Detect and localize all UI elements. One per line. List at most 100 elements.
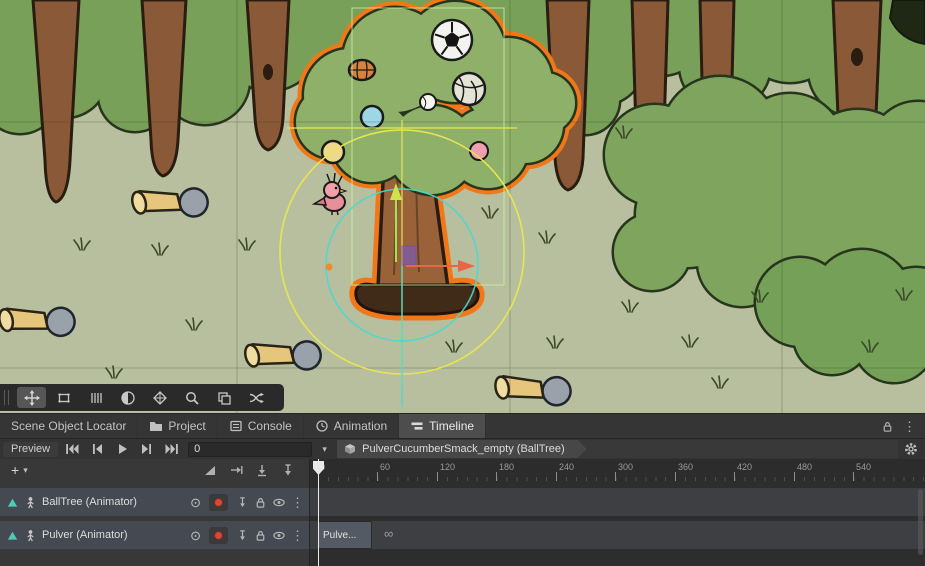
clip-edit-mode-button[interactable] bbox=[229, 463, 243, 477]
overlay-drag-handle[interactable] bbox=[4, 390, 9, 405]
go-to-end-button[interactable] bbox=[160, 440, 183, 459]
tab-label: Timeline bbox=[429, 419, 474, 433]
lock-icon[interactable] bbox=[254, 529, 267, 542]
pin-icon[interactable] bbox=[236, 496, 249, 509]
shaded-sphere-button[interactable] bbox=[113, 387, 142, 408]
shaded-sphere-icon bbox=[120, 390, 136, 406]
ruler-label: 240 bbox=[559, 462, 574, 472]
curves-view-button[interactable] bbox=[203, 463, 217, 477]
tab-timeline[interactable]: Timeline bbox=[399, 414, 486, 438]
panel-tab-bar: Scene Object Locator Project Console Ani… bbox=[0, 413, 925, 438]
ruler-label: 420 bbox=[737, 462, 752, 472]
tab-label: Console bbox=[248, 419, 292, 433]
next-frame-button[interactable] bbox=[135, 440, 158, 459]
timeline-toolbar: Preview 0 ▾ bbox=[0, 438, 925, 459]
animation-clip[interactable]: Pulve... bbox=[318, 521, 372, 549]
record-button[interactable] bbox=[209, 527, 228, 544]
clock-icon bbox=[315, 419, 329, 433]
track-menu-icon[interactable]: ⋮ bbox=[291, 529, 304, 542]
chevron-down-icon: ▾ bbox=[23, 465, 28, 476]
cube-icon bbox=[344, 443, 356, 455]
search-icon bbox=[184, 390, 200, 406]
clip-label: Pulve... bbox=[323, 530, 356, 541]
record-icon bbox=[214, 498, 223, 507]
animation-track-icon bbox=[6, 496, 19, 509]
breadcrumb: PulverCucumberSmack_empty (BallTree) bbox=[337, 440, 898, 458]
pin-icon[interactable] bbox=[236, 529, 249, 542]
tab-console[interactable]: Console bbox=[218, 414, 304, 438]
ruler-label: 60 bbox=[380, 462, 390, 472]
orientation-gizmo-button[interactable] bbox=[145, 387, 174, 408]
timeline-settings-button[interactable] bbox=[900, 442, 922, 456]
scene-canvas[interactable] bbox=[0, 0, 925, 413]
timeline-options-dropdown[interactable]: ▾ bbox=[317, 444, 332, 455]
rect-tool-button[interactable] bbox=[49, 387, 78, 408]
layers-tool-button[interactable] bbox=[209, 387, 238, 408]
object-picker-icon[interactable]: ⊙ bbox=[190, 529, 201, 542]
track-lanes[interactable]: Pulve... ∞ bbox=[310, 481, 925, 566]
layers-icon bbox=[216, 390, 232, 406]
tab-label: Animation bbox=[334, 419, 387, 433]
timeline-ruler[interactable]: 0 60 120 180 240 300 360 420 480 540 bbox=[310, 459, 925, 481]
orientation-gizmo-icon bbox=[152, 390, 168, 406]
tab-menu-icon[interactable]: ⋮ bbox=[903, 420, 916, 433]
prev-frame-icon bbox=[90, 443, 104, 455]
animation-track-icon bbox=[6, 529, 19, 542]
tab-label: Scene Object Locator bbox=[11, 419, 126, 433]
volleyball-sprite[interactable] bbox=[453, 73, 485, 105]
plus-icon: + bbox=[11, 462, 19, 478]
scene-tools-overlay bbox=[0, 384, 284, 411]
lock-icon[interactable] bbox=[254, 496, 267, 509]
pin-markers-button[interactable] bbox=[281, 463, 295, 477]
eye-icon[interactable] bbox=[272, 529, 286, 542]
lane-pulver[interactable]: Pulve... ∞ bbox=[310, 521, 925, 549]
playhead-line[interactable] bbox=[318, 459, 319, 566]
tab-project[interactable]: Project bbox=[138, 414, 217, 438]
vertical-scrollbar[interactable] bbox=[918, 489, 923, 555]
blue-ball-sprite[interactable] bbox=[361, 106, 383, 128]
shuffle-tool-button[interactable] bbox=[241, 387, 270, 408]
lane-balltree[interactable] bbox=[310, 488, 925, 516]
grid-tool-button[interactable] bbox=[81, 387, 110, 408]
tab-scene-object-locator[interactable]: Scene Object Locator bbox=[0, 414, 138, 438]
lock-icon[interactable] bbox=[881, 420, 894, 433]
animator-icon bbox=[24, 496, 37, 509]
unity-editor: Scene Object Locator Project Console Ani… bbox=[0, 0, 925, 566]
record-button[interactable] bbox=[209, 494, 228, 511]
play-icon bbox=[115, 443, 129, 455]
shuffle-icon bbox=[248, 390, 264, 406]
ruler-label: 360 bbox=[678, 462, 693, 472]
frame-clips-button[interactable] bbox=[255, 463, 269, 477]
play-button[interactable] bbox=[110, 440, 133, 459]
soccer-ball-sprite[interactable] bbox=[432, 20, 472, 60]
track-menu-icon[interactable]: ⋮ bbox=[291, 496, 304, 509]
track-header-balltree[interactable]: BallTree (Animator) ⊙ bbox=[0, 488, 309, 516]
timeline-icon bbox=[410, 419, 424, 433]
breadcrumb-item[interactable]: PulverCucumberSmack_empty (BallTree) bbox=[337, 440, 587, 458]
track-header-list: BallTree (Animator) ⊙ bbox=[0, 481, 310, 566]
tab-animation[interactable]: Animation bbox=[304, 414, 399, 438]
previous-frame-button[interactable] bbox=[85, 440, 108, 459]
animator-icon bbox=[24, 529, 37, 542]
gear-icon bbox=[904, 442, 918, 456]
breadcrumb-label: PulverCucumberSmack_empty (BallTree) bbox=[362, 443, 565, 455]
move-tool-button[interactable] bbox=[17, 387, 46, 408]
add-track-button[interactable]: + ▾ bbox=[6, 462, 33, 478]
preview-toggle[interactable]: Preview bbox=[3, 442, 58, 457]
search-tool-button[interactable] bbox=[177, 387, 206, 408]
timeline-panel: + ▾ bbox=[0, 459, 925, 566]
track-name: BallTree (Animator) bbox=[42, 496, 185, 508]
scene-view[interactable] bbox=[0, 0, 925, 413]
current-frame-input[interactable]: 0 bbox=[188, 442, 312, 457]
grid-tool-icon bbox=[88, 390, 104, 406]
rect-tool-icon bbox=[56, 390, 72, 406]
go-to-start-button[interactable] bbox=[60, 440, 83, 459]
basketball-sprite[interactable] bbox=[349, 60, 375, 80]
next-frame-icon bbox=[140, 443, 154, 455]
track-header-pulver[interactable]: Pulver (Animator) ⊙ bbox=[0, 521, 309, 549]
baseball-sprite[interactable] bbox=[420, 94, 436, 110]
eye-icon[interactable] bbox=[272, 496, 286, 509]
ruler-label: 180 bbox=[499, 462, 514, 472]
track-name: Pulver (Animator) bbox=[42, 529, 185, 541]
object-picker-icon[interactable]: ⊙ bbox=[190, 496, 201, 509]
